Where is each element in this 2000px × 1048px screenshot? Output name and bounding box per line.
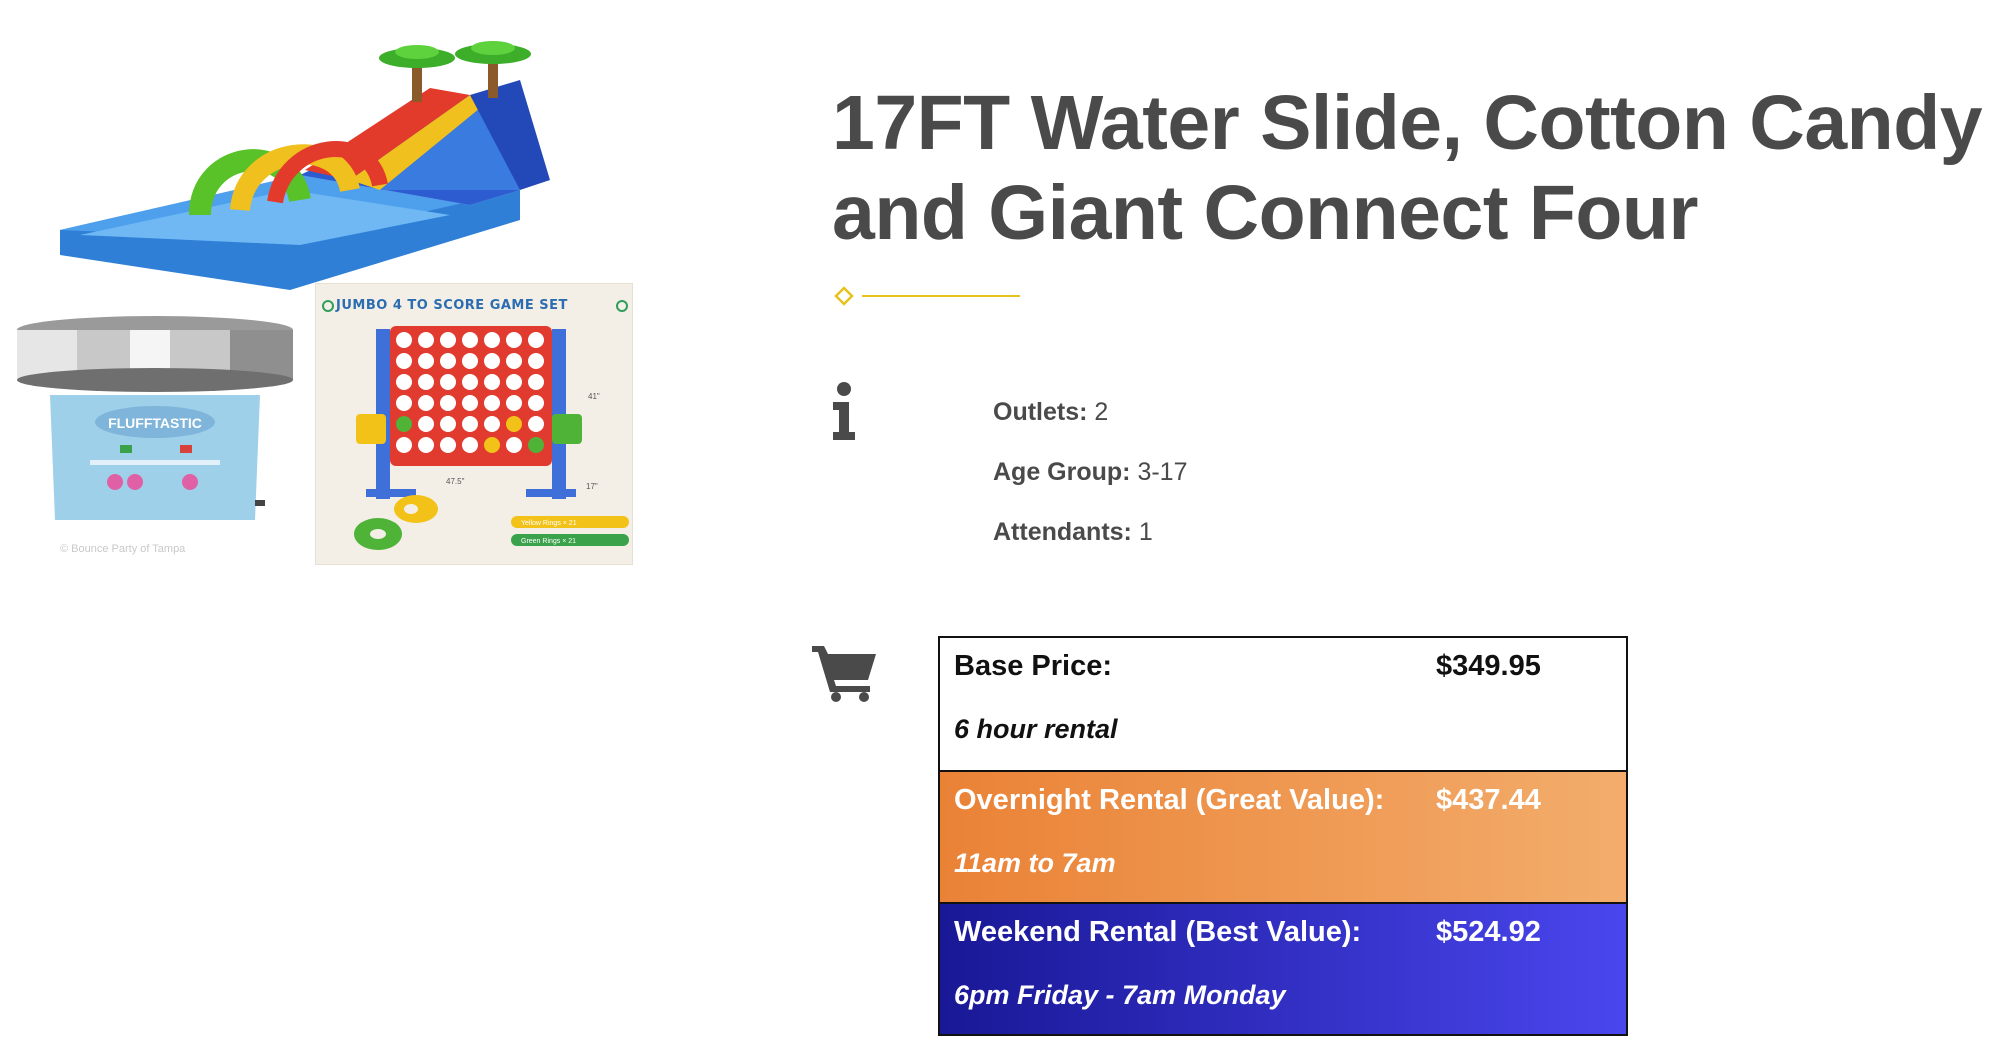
- product-info-list: Outlets: 2 Age Group: 3-17 Attendants: 1: [993, 382, 1188, 562]
- info-outlets: Outlets: 2: [993, 382, 1188, 442]
- board-hole: [396, 332, 412, 348]
- board-hole: [418, 395, 434, 411]
- board-hole: [440, 332, 456, 348]
- info-label: Outlets:: [993, 398, 1088, 426]
- cart-icon: [812, 646, 876, 702]
- pricing-table: Base Price: $349.95 6 hour rental Overni…: [938, 636, 1628, 1036]
- board-hole: [484, 374, 500, 390]
- title-line-1: 17FT Water Slide, Cotton Candy: [832, 80, 1983, 166]
- title-line-2: and Giant Connect Four: [832, 170, 1698, 256]
- pricing-tier-weekend[interactable]: Weekend Rental (Best Value): $524.92 6pm…: [940, 902, 1626, 1034]
- board-hole: [484, 416, 500, 432]
- board-hole: [462, 353, 478, 369]
- info-value: 2: [1094, 398, 1109, 426]
- depth-dimension: 17": [586, 482, 598, 491]
- board-hole: [440, 416, 456, 432]
- board-hole: [440, 353, 456, 369]
- tier-name: Weekend Rental (Best Value):: [954, 916, 1362, 948]
- board-hole: [506, 332, 522, 348]
- yellow-rings-label: Yellow Rings × 21: [521, 520, 577, 527]
- info-label: Attendants:: [993, 518, 1132, 546]
- board-hole: [506, 374, 522, 390]
- board-hole: [506, 416, 522, 432]
- tier-note: 11am to 7am: [954, 848, 1116, 878]
- info-attendants: Attendants: 1: [993, 502, 1188, 562]
- board-hole: [440, 395, 456, 411]
- cotton-candy-brand: FLUFFTASTIC: [108, 415, 202, 431]
- page-title: 17FT Water Slide, Cotton Candy and Giant…: [832, 78, 1992, 258]
- board-hole: [396, 353, 412, 369]
- board-hole: [528, 395, 544, 411]
- tier-price: $437.44: [1436, 784, 1541, 816]
- info-value: 1: [1138, 518, 1153, 546]
- tier-name: Overnight Rental (Great Value):: [954, 784, 1385, 816]
- board-hole: [462, 437, 478, 453]
- info-age-group: Age Group: 3-17: [993, 442, 1188, 502]
- board-hole: [418, 437, 434, 453]
- board-hole: [506, 353, 522, 369]
- board-hole: [462, 395, 478, 411]
- pricing-tier-overnight[interactable]: Overnight Rental (Great Value): $437.44 …: [940, 770, 1626, 902]
- board-hole: [484, 353, 500, 369]
- info-label: Age Group:: [993, 458, 1131, 486]
- board-hole: [462, 374, 478, 390]
- board-hole: [484, 437, 500, 453]
- board-hole: [418, 353, 434, 369]
- cotton-candy-machine-image[interactable]: FLUFFTASTIC © Bounce Party of Tampa: [10, 310, 300, 565]
- board-hole: [440, 374, 456, 390]
- board-hole: [528, 353, 544, 369]
- board-hole: [418, 416, 434, 432]
- info-value: 3-17: [1137, 458, 1188, 486]
- board-hole: [528, 332, 544, 348]
- board-hole: [462, 416, 478, 432]
- title-divider: [834, 286, 1020, 306]
- board-hole: [528, 416, 544, 432]
- tier-note: 6 hour rental: [954, 714, 1118, 744]
- board-hole: [484, 332, 500, 348]
- height-dimension: 41": [588, 392, 600, 401]
- board-hole: [396, 416, 412, 432]
- board-hole: [506, 395, 522, 411]
- board-hole: [484, 395, 500, 411]
- green-rings-label: Green Rings × 21: [521, 538, 576, 545]
- board-hole: [418, 374, 434, 390]
- board-hole: [396, 395, 412, 411]
- width-dimension: 47.5": [446, 477, 465, 486]
- board-hole: [528, 374, 544, 390]
- board-hole: [396, 437, 412, 453]
- tier-price: $524.92: [1436, 916, 1541, 948]
- board-hole: [396, 374, 412, 390]
- board-hole: [462, 332, 478, 348]
- tier-price: $349.95: [1436, 650, 1541, 682]
- board-hole: [506, 437, 522, 453]
- connect-four-image[interactable]: JUMBO 4 TO SCORE GAME SET 47.5" 41" 17" …: [315, 283, 633, 565]
- info-icon: [833, 382, 855, 440]
- tier-note: 6pm Friday - 7am Monday: [954, 980, 1286, 1010]
- water-slide-image[interactable]: [50, 40, 590, 290]
- tier-name: Base Price:: [954, 650, 1112, 682]
- board-hole: [528, 437, 544, 453]
- pricing-tier-base[interactable]: Base Price: $349.95 6 hour rental: [940, 638, 1626, 770]
- board-hole: [440, 437, 456, 453]
- board-hole: [418, 332, 434, 348]
- image-watermark: © Bounce Party of Tampa: [60, 543, 186, 555]
